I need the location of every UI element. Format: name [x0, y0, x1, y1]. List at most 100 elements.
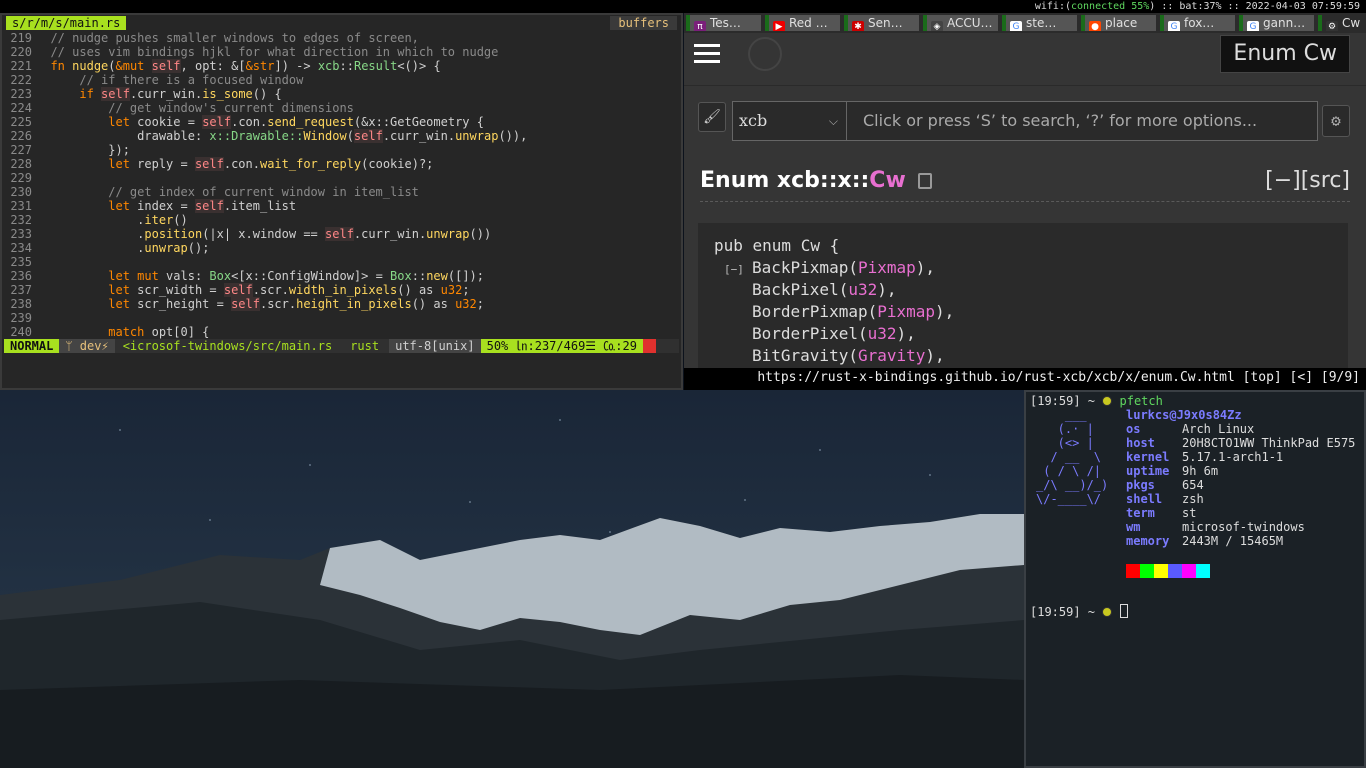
code-line[interactable]: 240 match opt[0] { — [2, 325, 681, 339]
copy-path-icon[interactable] — [917, 173, 932, 189]
browser-tab[interactable]: Gfox… — [1160, 15, 1235, 31]
variant-type[interactable]: u32 — [848, 280, 877, 299]
code-lines[interactable]: 219 // nudge pushes smaller windows to e… — [2, 31, 681, 339]
decl-open: pub enum Cw { — [714, 236, 840, 255]
code-line[interactable]: 220 // uses vim bindings hjkl for what d… — [2, 45, 681, 59]
battery-clock: ) :: bat:37% :: 2022-04-03 07:59:59 — [1149, 1, 1360, 12]
code-token: ()), — [498, 129, 528, 143]
variant-type[interactable]: Pixmap — [858, 258, 916, 277]
code-token: let — [108, 199, 138, 213]
line-number: 237 — [10, 283, 32, 297]
code-token: (|x| x.window == — [202, 227, 326, 241]
code-token: // nudge pushes smaller windows to edges… — [50, 31, 419, 45]
code-line[interactable]: 238 let scr_height = self.scr.height_in_… — [2, 297, 681, 311]
code-token: let — [108, 297, 138, 311]
code-line[interactable]: 239 — [2, 311, 681, 325]
browser-window[interactable]: π Tes… ▶ Red … ✱ Sen… ◈ ACCU… Gste… ● place Gfox… Gg… — [684, 13, 1366, 390]
code-line[interactable]: 223 if self.curr_win.is_some() { — [2, 87, 681, 101]
code-line[interactable]: 221 fn nudge(&mut self, opt: &[&str]) ->… — [2, 59, 681, 73]
code-token: fn — [50, 59, 73, 73]
browser-tab[interactable]: ◈ ACCU… — [923, 15, 998, 31]
info-label: pkgs — [1126, 478, 1155, 492]
variant-type[interactable]: Gravity — [858, 346, 925, 365]
code-line[interactable]: 235 — [2, 255, 681, 269]
theme-brush-icon[interactable]: 🖌 — [698, 102, 726, 132]
code-token: ( — [108, 59, 116, 73]
settings-gear-icon[interactable]: ⚙ — [1322, 105, 1350, 137]
browser-tab[interactable]: ✱ Sen… — [844, 15, 919, 31]
code-line[interactable]: 229 — [2, 171, 681, 185]
code-token: iter — [144, 213, 174, 227]
code-line[interactable]: 228 let reply = self.con.wait_for_reply(… — [2, 157, 681, 171]
browser-tab[interactable]: Ggann… — [1239, 15, 1314, 31]
code-line[interactable]: 233 .position(|x| x.window == self.curr_… — [2, 227, 681, 241]
browser-tab[interactable]: Gste… — [1002, 15, 1077, 31]
paren: ( — [857, 324, 868, 343]
code-line[interactable]: 219 // nudge pushes smaller windows to e… — [2, 31, 681, 45]
info-value: microsof-twindows — [1182, 520, 1305, 534]
collapse-toggle[interactable]: [−] — [724, 259, 744, 281]
ascii-line: \/-____\/ — [1036, 492, 1102, 506]
reddit-icon: ● — [1089, 21, 1101, 31]
code-line[interactable]: 222 // if there is a focused window — [2, 73, 681, 87]
rust-logo-icon[interactable] — [748, 37, 782, 71]
color-swatch — [1154, 564, 1168, 578]
info-value: zsh — [1182, 492, 1204, 506]
enum-variant: BorderPixmap(Pixmap), — [714, 301, 1348, 323]
tab-label: place — [1105, 16, 1138, 30]
code-line[interactable]: 226 drawable: x::Drawable::Window(self.c… — [2, 129, 681, 143]
browser-tab[interactable]: ⚙ Cw … — [1318, 15, 1364, 31]
browser-tab[interactable]: π Tes… — [686, 15, 761, 31]
rustdoc-topbar: Enum Cw — [684, 33, 1366, 86]
prompt-time-2: [19:59] ~ — [1030, 605, 1096, 619]
variant-type[interactable]: Pixmap — [877, 302, 935, 321]
vim-buffers-label[interactable]: buffers — [610, 16, 677, 30]
terminal-cursor[interactable] — [1119, 604, 1128, 618]
color-swatch — [1196, 564, 1210, 578]
code-line[interactable]: 230 // get index of current window in it… — [2, 185, 681, 199]
code-line[interactable]: 234 .unwrap(); — [2, 241, 681, 255]
terminal-window[interactable]: [19:59] ~ pfetch ___ (.· | (<> | / __ \ … — [1024, 390, 1366, 768]
code-token: nudge — [72, 59, 109, 73]
code-token: <()> { — [397, 59, 441, 73]
heading-enum-name[interactable]: Cw — [869, 168, 905, 193]
line-number: 219 — [10, 31, 32, 45]
vim-editor-window[interactable]: s/r/m/s/main.rs buffers 219 // nudge pus… — [0, 13, 683, 390]
crate-select[interactable]: xcb ⌵ — [732, 101, 846, 141]
src-link[interactable]: [−][src] — [1265, 161, 1350, 201]
filetype: rust — [350, 339, 380, 353]
code-line[interactable]: 232 .iter() — [2, 213, 681, 227]
code-token: Window — [303, 129, 347, 143]
code-line[interactable]: 225 let cookie = self.con.send_request(&… — [2, 115, 681, 129]
browser-tab[interactable]: ▶ Red … — [765, 15, 840, 31]
line-number: 226 — [10, 129, 32, 143]
code-token: index = — [137, 199, 195, 213]
variant-type[interactable]: u32 — [868, 324, 897, 343]
paren: ( — [848, 258, 858, 277]
hamburger-menu-icon[interactable] — [690, 37, 724, 71]
line-number: 229 — [10, 171, 32, 185]
prompt-icon — [1102, 607, 1113, 617]
info-label: wm — [1126, 520, 1141, 534]
code-line[interactable]: 231 let index = self.item_list — [2, 199, 681, 213]
code-line[interactable]: 227 }); — [2, 143, 681, 157]
search-input[interactable]: Click or press ‘S’ to search, ‘?’ for mo… — [846, 101, 1318, 141]
info-value: Arch Linux — [1182, 422, 1255, 436]
shield-icon: ◈ — [931, 21, 943, 31]
rustdoc-page[interactable]: Enum Cw 🖌 xcb ⌵ Click or press ‘S’ to sea… — [684, 33, 1366, 387]
code-line[interactable]: 237 let scr_width = self.scr.width_in_pi… — [2, 283, 681, 297]
heading-prefix: Enum xcb::x:: — [700, 168, 870, 193]
code-line[interactable]: 236 let mut vals: Box<[x::ConfigWindow]>… — [2, 269, 681, 283]
code-token: ([]); — [447, 269, 484, 283]
vim-tab-current[interactable]: s/r/m/s/main.rs — [6, 16, 127, 30]
browser-tab[interactable]: ● place — [1081, 15, 1156, 31]
code-line[interactable]: 224 // get window's current dimensions — [2, 101, 681, 115]
line-number: 231 — [10, 199, 32, 213]
